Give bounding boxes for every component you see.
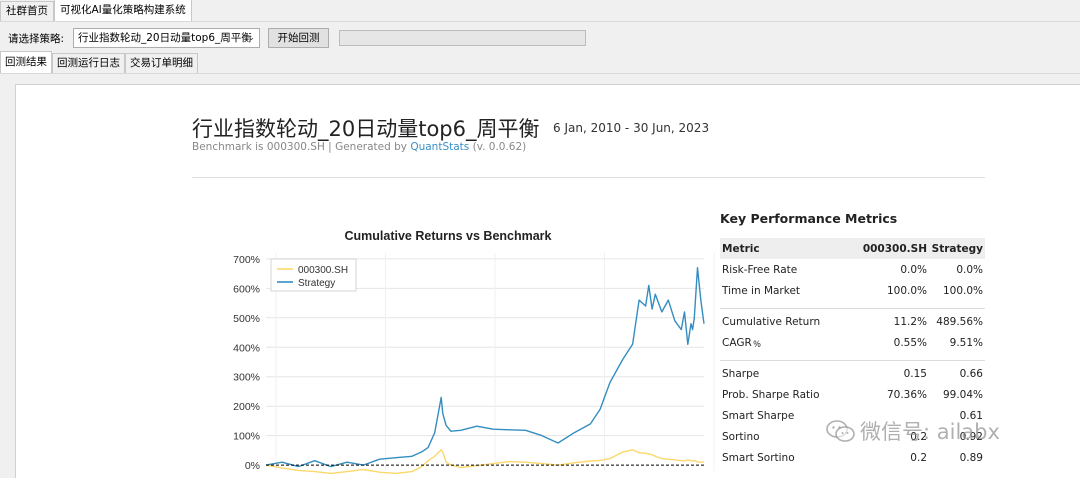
metrics-header-benchmark: 000300.SH: [838, 238, 929, 259]
y-tick-label: 700%: [233, 254, 260, 266]
metric-name: Cumulative Return: [722, 315, 821, 328]
quantstats-link[interactable]: QuantStats: [410, 141, 469, 153]
report-divider: [192, 177, 985, 178]
metrics-header-row: Metric 000300.SH Strategy: [720, 238, 985, 259]
metric-benchmark-value: 70.36%: [886, 388, 927, 401]
result-tab-bar: 回测结果 回测运行日志 交易订单明细: [0, 51, 1080, 74]
metrics-separator: [720, 301, 985, 311]
metric-benchmark-value: 0.55%: [893, 336, 927, 349]
tab-strategy-system[interactable]: 可视化AI量化策略构建系统: [54, 0, 192, 21]
y-tick-label: 600%: [233, 283, 260, 295]
subtitle-prefix: Benchmark is 000300.SH | Generated by: [192, 141, 411, 153]
chart-legend: 000300.SH Strategy: [270, 258, 357, 292]
metric-strategy-value: 0.66: [959, 367, 983, 380]
metric-benchmark-value: 0.15: [903, 367, 927, 380]
metrics-separator-cell: [720, 353, 985, 363]
metric-benchmark-value: 0.2: [910, 451, 927, 464]
strategy-toolbar: 请选择策略: 行业指数轮动_20日动量top6_周平衡 ⌄ 开始回测: [0, 26, 1080, 52]
tab-community-home[interactable]: 社群首页: [0, 1, 54, 21]
metrics-row: Sharpe 0.15 0.66: [720, 363, 985, 384]
y-tick-label: 0%: [245, 460, 260, 472]
metrics-separator-cell: [720, 301, 985, 311]
backtest-progress-bar: [339, 30, 586, 46]
metrics-title: Key Performance Metrics: [720, 211, 898, 226]
cumulative-returns-svg: Cumulative Returns vs Benchmark 0% 100% 20…: [233, 229, 715, 475]
metric-strategy-value: 0.0%: [956, 263, 983, 276]
y-tick-label: 400%: [233, 342, 260, 354]
legend-label: Strategy: [298, 278, 335, 289]
y-tick-label: 300%: [233, 372, 260, 384]
wechat-logo-icon: [826, 420, 855, 442]
metrics-row: Smart Sortino 0.2 0.89: [720, 447, 985, 468]
metrics-row: Cumulative Return 11.2% 489.56%: [720, 311, 985, 332]
strategy-select[interactable]: 行业指数轮动_20日动量top6_周平衡 ⌄: [73, 28, 260, 48]
metric-strategy-value: 9.51%: [949, 336, 983, 349]
chart-title: Cumulative Returns vs Benchmark: [344, 229, 551, 243]
metric-benchmark-value: 11.2%: [893, 315, 927, 328]
metrics-row: Risk-Free Rate 0.0% 0.0%: [720, 259, 985, 280]
metrics-separator-line: [720, 359, 985, 361]
metrics-header-metric: Metric: [720, 238, 838, 259]
tab-backtest-log[interactable]: 回测运行日志: [52, 53, 125, 73]
report-subtitle: Benchmark is 000300.SH | Generated by Qu…: [192, 141, 526, 153]
metrics-separator-line: [720, 307, 985, 309]
metric-name: Prob. Sharpe Ratio: [722, 388, 820, 401]
metrics-header-strategy: Strategy: [929, 238, 985, 259]
metric-name: Time in Market: [722, 284, 801, 297]
metric-name: Sortino: [722, 430, 760, 443]
cumulative-returns-chart: Cumulative Returns vs Benchmark 0% 100% 20…: [176, 225, 716, 478]
chevron-down-icon[interactable]: ⌄: [247, 29, 255, 47]
legend-label: 000300.SH: [298, 265, 348, 276]
report-date-range: 6 Jan, 2010 - 30 Jun, 2023: [553, 121, 710, 135]
metrics-row: Prob. Sharpe Ratio 70.36% 99.04%: [720, 384, 985, 405]
y-tick-label: 200%: [233, 401, 260, 413]
top-tab-bar: 社群首页 可视化AI量化策略构建系统: [0, 0, 1080, 22]
metric-strategy-value: 99.04%: [942, 388, 983, 401]
metric-name: CAGR﹪: [722, 337, 763, 349]
y-tick-label: 100%: [233, 431, 260, 443]
tab-order-details[interactable]: 交易订单明细: [125, 53, 198, 73]
metric-name: Sharpe: [722, 367, 760, 380]
metrics-row: CAGR﹪ 0.55% 9.51%: [720, 332, 985, 353]
chart-y-ticks: 0% 100% 200% 300% 400% 500% 600% 700%: [233, 254, 260, 472]
strategy-select-value: 行业指数轮动_20日动量top6_周平衡: [78, 32, 252, 44]
tab-backtest-results[interactable]: 回测结果: [0, 51, 52, 73]
y-tick-label: 500%: [233, 313, 260, 325]
metrics-separator: [720, 353, 985, 363]
start-backtest-button[interactable]: 开始回测: [268, 28, 329, 48]
report-title: 行业指数轮动_20日动量top6_周平衡: [192, 117, 540, 141]
metric-strategy-value: 0.89: [959, 451, 983, 464]
strategy-label: 请选择策略:: [8, 33, 65, 45]
metrics-row: Time in Market 100.0% 100.0%: [720, 280, 985, 301]
watermark-text: 微信号: ailabx: [860, 420, 1000, 444]
metric-benchmark-value: 100.0%: [886, 284, 927, 297]
metric-name: Smart Sortino: [722, 451, 795, 464]
metric-benchmark-value: 0.0%: [900, 263, 927, 276]
wechat-watermark: 微信号: ailabx: [826, 418, 1000, 444]
subtitle-suffix: (v. 0.0.62): [469, 141, 527, 153]
metric-strategy-value: 100.0%: [942, 284, 983, 297]
metric-strategy-value: 489.56%: [936, 315, 983, 328]
metric-name: Risk-Free Rate: [722, 263, 798, 276]
metric-name: Smart Sharpe: [722, 409, 795, 422]
